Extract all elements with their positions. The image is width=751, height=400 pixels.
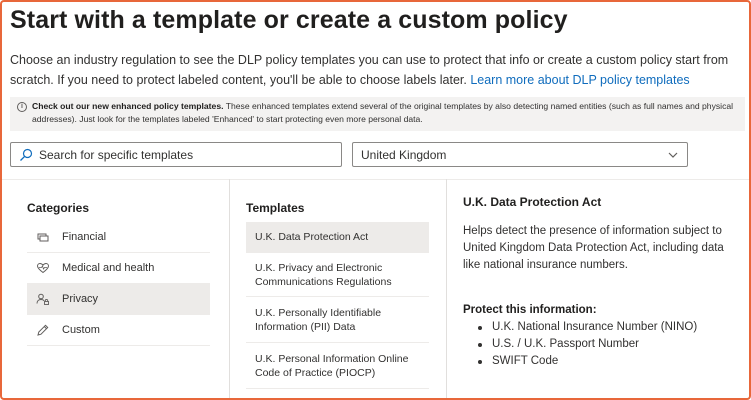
template-item-uk-pii[interactable]: U.K. Personally Identifiable Information… xyxy=(246,297,429,343)
list-item: U.S. / U.K. Passport Number xyxy=(476,336,697,353)
template-label: U.K. Data Protection Act xyxy=(255,231,369,243)
category-item-privacy[interactable]: Privacy xyxy=(27,284,210,315)
category-item-medical[interactable]: Medical and health xyxy=(27,253,210,284)
info-icon: i xyxy=(17,102,27,112)
category-label: Privacy xyxy=(62,293,99,305)
category-label: Financial xyxy=(62,231,107,243)
enhanced-templates-banner: i Check out our new enhanced policy temp… xyxy=(10,97,745,131)
search-input[interactable] xyxy=(39,147,329,162)
template-label: U.K. Personal Information Online Code of… xyxy=(255,352,409,379)
category-label: Custom xyxy=(62,324,100,336)
template-label: U.K. Personally Identifiable Information… xyxy=(255,306,382,333)
banner-bold-text: Check out our new enhanced policy templa… xyxy=(32,101,224,111)
page-description: Choose an industry regulation to see the… xyxy=(10,50,745,90)
template-label: U.K. Privacy and Electronic Communicatio… xyxy=(255,261,392,288)
template-detail-description: Helps detect the presence of information… xyxy=(463,225,724,271)
page-title: Start with a template or create a custom… xyxy=(10,6,568,34)
template-detail-title: U.K. Data Protection Act xyxy=(463,195,602,209)
custom-pencil-icon xyxy=(36,323,50,337)
search-icon xyxy=(19,148,33,162)
learn-more-link[interactable]: Learn more about DLP policy templates xyxy=(470,73,689,87)
financial-icon xyxy=(36,230,50,244)
search-box[interactable] xyxy=(10,142,342,167)
protect-info-heading: Protect this information: xyxy=(463,304,597,316)
template-item-uk-dpa[interactable]: U.K. Data Protection Act xyxy=(246,222,429,253)
protect-info-list: U.K. National Insurance Number (NINO) U.… xyxy=(476,319,697,370)
privacy-person-icon xyxy=(36,292,50,306)
templates-heading: Templates xyxy=(246,201,305,215)
list-item: U.K. National Insurance Number (NINO) xyxy=(476,319,697,336)
region-dropdown-value: United Kingdom xyxy=(361,147,447,162)
medical-heart-icon xyxy=(36,261,50,275)
policy-template-panel: Start with a template or create a custom… xyxy=(0,0,751,400)
region-dropdown[interactable]: United Kingdom xyxy=(352,142,688,167)
panel-divider xyxy=(2,179,749,180)
category-item-custom[interactable]: Custom xyxy=(27,315,210,346)
template-item-uk-piocp[interactable]: U.K. Personal Information Online Code of… xyxy=(246,343,429,389)
chevron-down-icon xyxy=(667,149,679,161)
category-label: Medical and health xyxy=(62,262,155,274)
column-divider xyxy=(229,179,230,398)
template-item-uk-pecr[interactable]: U.K. Privacy and Electronic Communicatio… xyxy=(246,253,429,297)
categories-heading: Categories xyxy=(27,201,90,215)
list-item: SWIFT Code xyxy=(476,353,697,370)
category-item-financial[interactable]: Financial xyxy=(27,222,210,253)
column-divider xyxy=(446,179,447,398)
